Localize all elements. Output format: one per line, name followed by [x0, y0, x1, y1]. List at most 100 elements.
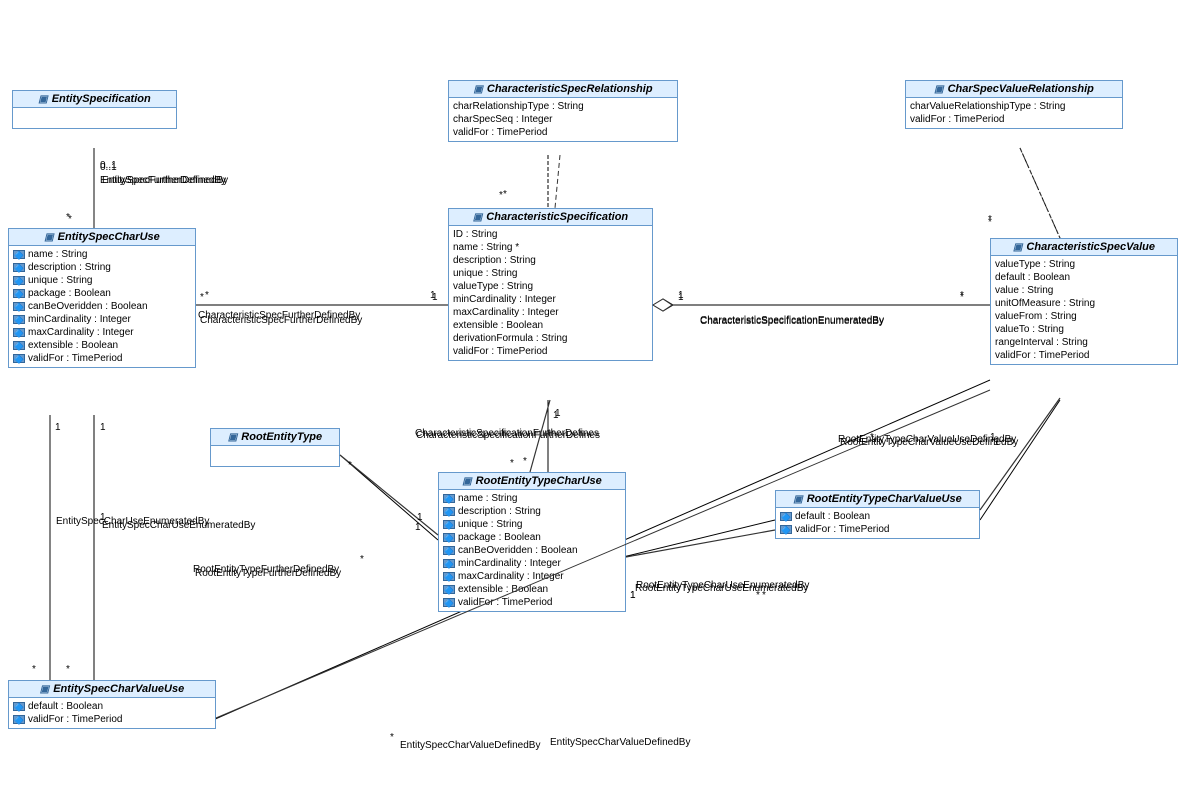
attr-maxcard: 🔷maxCardinality : Integer [13, 326, 191, 339]
class-root-entity-type: ▣ RootEntityType [210, 428, 340, 467]
attr-icon: 🔷 [13, 315, 25, 324]
attr-extensible: 🔷extensible : Boolean [13, 339, 191, 352]
class-header-entity-spec-char-value-use: ▣ EntitySpecCharValueUse [9, 681, 215, 698]
attr-icon: 🔷 [443, 559, 455, 568]
attr-icon: 🔷 [443, 533, 455, 542]
attr-unique: 🔷unique : String [13, 274, 191, 287]
svg-text:*: * [523, 456, 527, 467]
attr-icon: 🔷 [13, 341, 25, 350]
svg-text:1: 1 [553, 410, 559, 421]
svg-text:1: 1 [430, 290, 436, 301]
class-name-entity-spec-char-value-use: EntitySpecCharValueUse [53, 683, 184, 695]
svg-text:1: 1 [415, 522, 421, 533]
attr-default: 🔷default : Boolean [780, 510, 975, 523]
class-body-entity-specification [13, 108, 176, 128]
svg-text:0..1: 0..1 [100, 160, 117, 171]
attr-name: 🔷name : String [443, 492, 621, 505]
class-icon-entity-spec-char-value-use: ▣ [40, 684, 49, 695]
attr-mincard: 🔷minCardinality : Integer [13, 313, 191, 326]
rel-label-entityspec-charuse-enumerated-by: EntitySpecCharUseEnumeratedBy [56, 516, 209, 527]
attr-icon: 🔷 [13, 302, 25, 311]
attr-extensible: extensible : Boolean [453, 319, 648, 332]
class-characteristic-spec-value: ▣ CharacteristicSpecValue valueType : St… [990, 238, 1178, 365]
rel-label-charspec-further-defined-by: CharacteristicSpecFurtherDefinedBy [198, 310, 360, 321]
attr-unique: unique : String [453, 267, 648, 280]
attr-valuetype: valueType : String [995, 258, 1173, 271]
svg-text:*: * [988, 217, 992, 228]
attr-icon: 🔷 [443, 507, 455, 516]
attr-validfor: validFor : TimePeriod [453, 126, 673, 139]
svg-text:EntitySpecCharValueDefinedBy: EntitySpecCharValueDefinedBy [550, 737, 690, 748]
attr-charvaluereltype: charValueRelationshipType : String [910, 100, 1118, 113]
svg-text:*: * [200, 292, 204, 303]
class-entity-spec-char-value-use: ▣ EntitySpecCharValueUse 🔷default : Bool… [8, 680, 216, 729]
class-body-root-entity-type-char-value-use: 🔷default : Boolean 🔷validFor : TimePerio… [776, 508, 979, 538]
attr-icon: 🔷 [443, 572, 455, 581]
attr-name: name : String * [453, 241, 648, 254]
svg-text:EntitySpecCharValueDefinedBy: EntitySpecCharValueDefinedBy [400, 740, 540, 751]
class-icon-root-entity-type: ▣ [228, 432, 237, 443]
attr-validfor: 🔷validFor : TimePeriod [443, 596, 621, 609]
attr-charspecseq: charSpecSeq : Integer [453, 113, 673, 126]
attr-default: 🔷default : Boolean [13, 700, 211, 713]
class-body-root-entity-type [211, 446, 339, 466]
attr-icon: 🔷 [443, 585, 455, 594]
class-header-root-entity-type: ▣ RootEntityType [211, 429, 339, 446]
svg-text:1: 1 [417, 512, 423, 523]
svg-text:1: 1 [55, 422, 61, 433]
svg-text:*: * [499, 190, 503, 201]
class-header-characteristic-specification: ▣ CharacteristicSpecification [449, 209, 652, 226]
class-body-characteristic-spec-value: valueType : String default : Boolean val… [991, 256, 1177, 364]
class-name-entity-spec-char-use: EntitySpecCharUse [58, 231, 160, 243]
attr-valueto: valueTo : String [995, 323, 1173, 336]
class-icon-entity-specification: ▣ [38, 94, 47, 105]
svg-text:*: * [205, 290, 209, 301]
svg-text:1: 1 [678, 290, 684, 301]
class-body-entity-spec-char-use: 🔷name : String 🔷description : String 🔷un… [9, 246, 195, 367]
class-name-root-entity-type: RootEntityType [241, 431, 322, 443]
rel-label-root-charvalue-use-defined-by: RootEntityTypeCharValueUseDefinedBy [838, 434, 1016, 445]
attr-icon: 🔷 [13, 276, 25, 285]
attr-id: ID : String [453, 228, 648, 241]
attr-description: 🔷description : String [13, 261, 191, 274]
attr-valuefrom: valueFrom : String [995, 310, 1173, 323]
svg-text:*: * [503, 189, 507, 200]
class-icon-characteristic-spec-value: ▣ [1013, 242, 1022, 253]
class-name-root-entity-type-char-use: RootEntityTypeCharUse [476, 475, 602, 487]
attr-name: 🔷name : String [13, 248, 191, 261]
class-header-characteristic-spec-value: ▣ CharacteristicSpecValue [991, 239, 1177, 256]
class-icon-root-entity-type-char-value-use: ▣ [793, 494, 802, 505]
attr-canbeoverridden: 🔷canBeOveridden : Boolean [13, 300, 191, 313]
svg-text:*: * [32, 664, 36, 675]
rel-label-root-charuse-enumerated-by: RootEntityTypeCharUseEnumeratedBy [636, 580, 809, 591]
class-header-root-entity-type-char-use: ▣ RootEntityTypeCharUse [439, 473, 625, 490]
attr-validfor: 🔷validFor : TimePeriod [13, 713, 211, 726]
attr-validfor: 🔷validFor : TimePeriod [780, 523, 975, 536]
rel-label-charspec-enumerated-by: CharacteristicSpecificationEnumeratedBy [700, 316, 884, 327]
attr-icon: 🔷 [13, 702, 25, 711]
class-header-char-spec-value-relationship: ▣ CharSpecValueRelationship [906, 81, 1122, 98]
class-header-entity-spec-char-use: ▣ EntitySpecCharUse [9, 229, 195, 246]
attr-icon: 🔷 [13, 289, 25, 298]
svg-text:*: * [988, 214, 992, 225]
attr-icon: 🔷 [780, 525, 792, 534]
attr-canbeoverridden: 🔷canBeOveridden : Boolean [443, 544, 621, 557]
attr-derivation: derivationFormula : String [453, 332, 648, 345]
attr-rangeinterval: rangeInterval : String [995, 336, 1173, 349]
class-icon-characteristic-specification: ▣ [473, 212, 482, 223]
svg-text:0..1: 0..1 [100, 162, 117, 173]
diagram-container: 0..1 * * 1 * 1 * 1 * 1 * 1 1 * 1 * [0, 0, 1192, 797]
svg-text:*: * [66, 664, 70, 675]
rel-label-charspec-further-defines: CharacteristicSpecificationFurtherDefine… [416, 430, 600, 441]
svg-text:*: * [348, 460, 352, 471]
class-name-entity-specification: EntitySpecification [52, 93, 151, 105]
attr-charreltype: charRelationshipType : String [453, 100, 673, 113]
attr-unitofmeasure: unitOfMeasure : String [995, 297, 1173, 310]
attr-icon: 🔷 [13, 354, 25, 363]
class-body-char-spec-value-relationship: charValueRelationshipType : String valid… [906, 98, 1122, 128]
svg-text:*: * [68, 214, 72, 225]
attr-mincard: 🔷minCardinality : Integer [443, 557, 621, 570]
svg-text:1: 1 [100, 422, 106, 433]
attr-valuetype: valueType : String [453, 280, 648, 293]
attr-icon: 🔷 [443, 546, 455, 555]
